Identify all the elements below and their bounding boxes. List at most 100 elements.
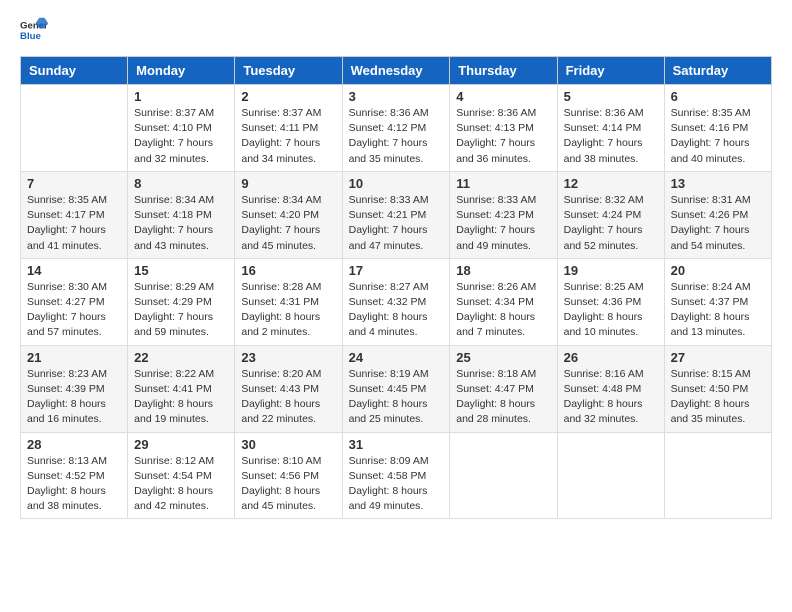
calendar-cell: 24Sunrise: 8:19 AM Sunset: 4:45 PM Dayli… bbox=[342, 345, 450, 432]
day-number: 2 bbox=[241, 89, 335, 104]
calendar-week-row: 28Sunrise: 8:13 AM Sunset: 4:52 PM Dayli… bbox=[21, 432, 772, 519]
day-number: 25 bbox=[456, 350, 550, 365]
weekday-header: Monday bbox=[128, 57, 235, 85]
calendar-cell: 18 Sunrise: 8:26 AM Sunset: 4:34 PM Dayli… bbox=[450, 258, 557, 345]
day-info: Sunrise: 8:10 AM Sunset: 4:56 PM Dayligh… bbox=[241, 454, 335, 515]
calendar-cell: 15 Sunrise: 8:29 AM Sunset: 4:29 PM Dayli… bbox=[128, 258, 235, 345]
day-info: Sunrise: 8:24 AM Sunset: 4:37 PM Dayligh… bbox=[671, 280, 765, 341]
calendar-cell: 6 Sunrise: 8:35 AM Sunset: 4:16 PM Daylig… bbox=[664, 85, 771, 172]
calendar-cell: 10Sunrise: 8:33 AM Sunset: 4:21 PM Dayli… bbox=[342, 171, 450, 258]
svg-text:Blue: Blue bbox=[20, 31, 41, 42]
day-number: 31 bbox=[349, 437, 444, 452]
calendar-cell: 11 Sunrise: 8:33 AM Sunset: 4:23 PM Dayli… bbox=[450, 171, 557, 258]
calendar-cell bbox=[557, 432, 664, 519]
day-number: 12 bbox=[564, 176, 658, 191]
day-info: Sunrise: 8:13 AM Sunset: 4:52 PM Dayligh… bbox=[27, 454, 121, 515]
day-number: 5 bbox=[564, 89, 658, 104]
weekday-header: Saturday bbox=[664, 57, 771, 85]
calendar-cell: 23 Sunrise: 8:20 AM Sunset: 4:43 PM Dayli… bbox=[235, 345, 342, 432]
calendar-cell: 25 Sunrise: 8:18 AM Sunset: 4:47 PM Dayli… bbox=[450, 345, 557, 432]
day-info: Sunrise: 8:28 AM Sunset: 4:31 PM Dayligh… bbox=[241, 280, 335, 341]
logo-icon: General Blue bbox=[20, 16, 48, 44]
day-info: Sunrise: 8:12 AM Sunset: 4:54 PM Dayligh… bbox=[134, 454, 228, 515]
weekday-header: Sunday bbox=[21, 57, 128, 85]
day-info: Sunrise: 8:30 AM Sunset: 4:27 PM Dayligh… bbox=[27, 280, 121, 341]
day-number: 23 bbox=[241, 350, 335, 365]
day-number: 16 bbox=[241, 263, 335, 278]
calendar-table: SundayMondayTuesdayWednesdayThursdayFrid… bbox=[20, 56, 772, 519]
day-info: Sunrise: 8:37 AM Sunset: 4:11 PM Dayligh… bbox=[241, 106, 335, 167]
day-info: Sunrise: 8:18 AM Sunset: 4:47 PM Dayligh… bbox=[456, 367, 550, 428]
day-number: 19 bbox=[564, 263, 658, 278]
weekday-header: Wednesday bbox=[342, 57, 450, 85]
day-info: Sunrise: 8:31 AM Sunset: 4:26 PM Dayligh… bbox=[671, 193, 765, 254]
calendar-cell: 16 Sunrise: 8:28 AM Sunset: 4:31 PM Dayli… bbox=[235, 258, 342, 345]
page-header: General Blue bbox=[20, 16, 772, 44]
day-info: Sunrise: 8:15 AM Sunset: 4:50 PM Dayligh… bbox=[671, 367, 765, 428]
weekday-header: Thursday bbox=[450, 57, 557, 85]
day-info: Sunrise: 8:22 AM Sunset: 4:41 PM Dayligh… bbox=[134, 367, 228, 428]
calendar-cell: 28Sunrise: 8:13 AM Sunset: 4:52 PM Dayli… bbox=[21, 432, 128, 519]
day-number: 26 bbox=[564, 350, 658, 365]
day-number: 3 bbox=[349, 89, 444, 104]
day-info: Sunrise: 8:19 AM Sunset: 4:45 PM Dayligh… bbox=[349, 367, 444, 428]
calendar-week-row: 14Sunrise: 8:30 AM Sunset: 4:27 PM Dayli… bbox=[21, 258, 772, 345]
day-number: 15 bbox=[134, 263, 228, 278]
calendar-cell: 17 Sunrise: 8:27 AM Sunset: 4:32 PM Dayli… bbox=[342, 258, 450, 345]
calendar-cell: 13 Sunrise: 8:31 AM Sunset: 4:26 PM Dayli… bbox=[664, 171, 771, 258]
day-number: 20 bbox=[671, 263, 765, 278]
day-number: 18 bbox=[456, 263, 550, 278]
calendar-cell: 12Sunrise: 8:32 AM Sunset: 4:24 PM Dayli… bbox=[557, 171, 664, 258]
calendar-cell: 29 Sunrise: 8:12 AM Sunset: 4:54 PM Dayli… bbox=[128, 432, 235, 519]
weekday-header: Friday bbox=[557, 57, 664, 85]
calendar-cell: 9Sunrise: 8:34 AM Sunset: 4:20 PM Daylig… bbox=[235, 171, 342, 258]
calendar-cell: 30 Sunrise: 8:10 AM Sunset: 4:56 PM Dayli… bbox=[235, 432, 342, 519]
day-number: 27 bbox=[671, 350, 765, 365]
calendar-cell: 22Sunrise: 8:22 AM Sunset: 4:41 PM Dayli… bbox=[128, 345, 235, 432]
calendar-cell: 1Sunrise: 8:37 AM Sunset: 4:10 PM Daylig… bbox=[128, 85, 235, 172]
calendar-cell: 20 Sunrise: 8:24 AM Sunset: 4:37 PM Dayli… bbox=[664, 258, 771, 345]
weekday-header: Tuesday bbox=[235, 57, 342, 85]
day-info: Sunrise: 8:23 AM Sunset: 4:39 PM Dayligh… bbox=[27, 367, 121, 428]
calendar-cell: 14Sunrise: 8:30 AM Sunset: 4:27 PM Dayli… bbox=[21, 258, 128, 345]
calendar-cell: 7Sunrise: 8:35 AM Sunset: 4:17 PM Daylig… bbox=[21, 171, 128, 258]
calendar-cell: 19 Sunrise: 8:25 AM Sunset: 4:36 PM Dayli… bbox=[557, 258, 664, 345]
day-number: 1 bbox=[134, 89, 228, 104]
day-info: Sunrise: 8:35 AM Sunset: 4:16 PM Dayligh… bbox=[671, 106, 765, 167]
day-number: 30 bbox=[241, 437, 335, 452]
calendar-cell: 8 Sunrise: 8:34 AM Sunset: 4:18 PM Daylig… bbox=[128, 171, 235, 258]
day-number: 8 bbox=[134, 176, 228, 191]
day-number: 13 bbox=[671, 176, 765, 191]
day-number: 29 bbox=[134, 437, 228, 452]
calendar-cell bbox=[450, 432, 557, 519]
calendar-cell bbox=[21, 85, 128, 172]
day-info: Sunrise: 8:25 AM Sunset: 4:36 PM Dayligh… bbox=[564, 280, 658, 341]
calendar-cell: 4 Sunrise: 8:36 AM Sunset: 4:13 PM Daylig… bbox=[450, 85, 557, 172]
calendar-cell bbox=[664, 432, 771, 519]
day-info: Sunrise: 8:36 AM Sunset: 4:14 PM Dayligh… bbox=[564, 106, 658, 167]
calendar-cell: 27 Sunrise: 8:15 AM Sunset: 4:50 PM Dayli… bbox=[664, 345, 771, 432]
logo: General Blue bbox=[20, 16, 48, 44]
day-number: 9 bbox=[241, 176, 335, 191]
day-number: 17 bbox=[349, 263, 444, 278]
calendar-week-row: 1Sunrise: 8:37 AM Sunset: 4:10 PM Daylig… bbox=[21, 85, 772, 172]
day-info: Sunrise: 8:29 AM Sunset: 4:29 PM Dayligh… bbox=[134, 280, 228, 341]
calendar-cell: 21Sunrise: 8:23 AM Sunset: 4:39 PM Dayli… bbox=[21, 345, 128, 432]
day-number: 11 bbox=[456, 176, 550, 191]
calendar-week-row: 7Sunrise: 8:35 AM Sunset: 4:17 PM Daylig… bbox=[21, 171, 772, 258]
day-number: 4 bbox=[456, 89, 550, 104]
day-info: Sunrise: 8:26 AM Sunset: 4:34 PM Dayligh… bbox=[456, 280, 550, 341]
day-info: Sunrise: 8:34 AM Sunset: 4:18 PM Dayligh… bbox=[134, 193, 228, 254]
calendar-header-row: SundayMondayTuesdayWednesdayThursdayFrid… bbox=[21, 57, 772, 85]
calendar-cell: 2 Sunrise: 8:37 AM Sunset: 4:11 PM Daylig… bbox=[235, 85, 342, 172]
day-number: 6 bbox=[671, 89, 765, 104]
day-info: Sunrise: 8:20 AM Sunset: 4:43 PM Dayligh… bbox=[241, 367, 335, 428]
day-info: Sunrise: 8:27 AM Sunset: 4:32 PM Dayligh… bbox=[349, 280, 444, 341]
day-info: Sunrise: 8:36 AM Sunset: 4:13 PM Dayligh… bbox=[456, 106, 550, 167]
day-info: Sunrise: 8:36 AM Sunset: 4:12 PM Dayligh… bbox=[349, 106, 444, 167]
calendar-cell: 3 Sunrise: 8:36 AM Sunset: 4:12 PM Daylig… bbox=[342, 85, 450, 172]
calendar-cell: 26 Sunrise: 8:16 AM Sunset: 4:48 PM Dayli… bbox=[557, 345, 664, 432]
day-info: Sunrise: 8:16 AM Sunset: 4:48 PM Dayligh… bbox=[564, 367, 658, 428]
calendar-cell: 5 Sunrise: 8:36 AM Sunset: 4:14 PM Daylig… bbox=[557, 85, 664, 172]
day-info: Sunrise: 8:33 AM Sunset: 4:23 PM Dayligh… bbox=[456, 193, 550, 254]
